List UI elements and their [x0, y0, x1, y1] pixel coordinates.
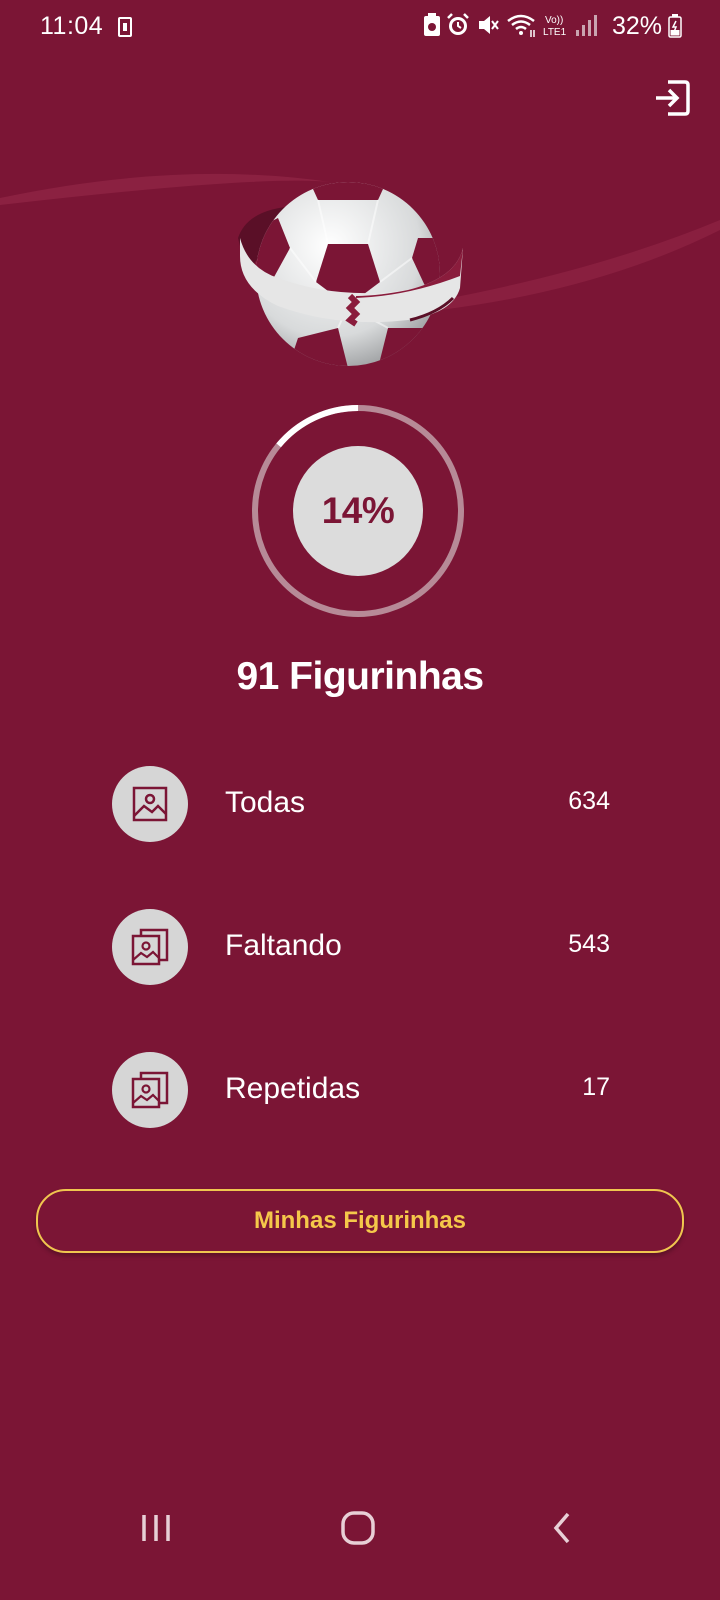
signal-icon [576, 15, 597, 36]
mute-icon [479, 16, 499, 34]
battery-icon [668, 14, 682, 38]
my-stickers-button[interactable]: Minhas Figurinhas [36, 1189, 684, 1253]
image-stack-icon [112, 909, 188, 985]
wifi-icon [507, 14, 535, 37]
stat-row-faltando[interactable]: Faltando 543 [112, 909, 612, 985]
battery-saver-icon [424, 13, 440, 36]
svg-text:LTE1: LTE1 [543, 27, 567, 38]
stat-value: 543 [568, 930, 610, 958]
stat-value: 17 [582, 1073, 610, 1101]
stat-label: Faltando [225, 929, 342, 962]
status-time: 11:04 [40, 12, 104, 40]
battery-percent: 32% [612, 12, 663, 40]
stat-label: Todas [225, 786, 306, 819]
stat-value: 634 [568, 787, 610, 815]
back-icon[interactable] [546, 1510, 582, 1546]
stat-row-repetidas[interactable]: Repetidas 17 [112, 1052, 612, 1128]
alarm-icon [447, 13, 469, 35]
progress-percent: 14% [293, 446, 423, 576]
volte-icon: Vo)) LTE1 [543, 15, 567, 38]
stickers-count-title: 91 Figurinhas [236, 655, 484, 698]
soccer-ball-logo [238, 182, 463, 366]
image-icon [112, 766, 188, 842]
svg-text:Vo)): Vo)) [545, 15, 563, 26]
stat-row-todas[interactable]: Todas 634 [112, 766, 612, 842]
logout-icon[interactable] [652, 78, 692, 118]
image-stack-icon [112, 1052, 188, 1128]
home-icon[interactable] [340, 1510, 376, 1546]
recent-apps-icon[interactable] [138, 1510, 174, 1546]
sim-card-icon [118, 17, 132, 37]
stat-label: Repetidas [225, 1072, 361, 1105]
